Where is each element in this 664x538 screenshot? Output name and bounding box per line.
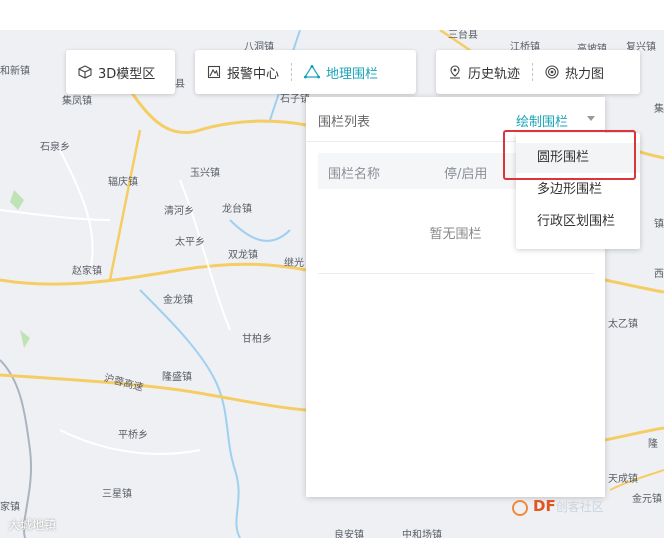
geofence-label: 地理围栏 — [326, 66, 379, 82]
map-label: 石泉乡 — [40, 142, 70, 153]
map-label: 太平乡 — [175, 237, 205, 248]
geofence-list-title: 围栏列表 — [318, 115, 371, 130]
map-label: 太乙镇 — [608, 319, 638, 330]
alarm-center-label: 报警中心 — [227, 66, 280, 82]
map-label: 隆盛镇 — [162, 372, 192, 383]
geofence-icon — [304, 65, 321, 79]
model-3d-button[interactable]: 3D模型区 — [66, 50, 167, 94]
toolbar-group-3d: 3D模型区 — [66, 50, 175, 94]
geofence-button[interactable]: 地理围栏 — [292, 50, 390, 94]
map-label: 集凤镇 — [62, 96, 92, 107]
scale-text: 大城地镇 — [8, 518, 57, 532]
map-label: 龙台镇 — [222, 204, 252, 215]
watermark-brand: DF — [533, 497, 556, 515]
location-pin-icon — [450, 65, 460, 79]
heatmap-button[interactable]: 热力图 — [533, 50, 616, 94]
column-header-status: 停/启用 — [444, 167, 488, 182]
watermark: DF创客社区 — [533, 497, 604, 515]
map-label: 玉兴镇 — [190, 168, 220, 179]
map-label: 辐庆镇 — [108, 177, 138, 188]
column-header-name: 围栏名称 — [328, 167, 381, 182]
table-divider — [318, 273, 594, 274]
menu-item-polygon-geofence[interactable]: 多边形围栏 — [516, 175, 640, 205]
watermark-logo-icon — [512, 500, 528, 516]
heatmap-icon — [545, 65, 559, 79]
chevron-down-icon[interactable] — [587, 116, 595, 121]
map-label: 继光 — [284, 258, 304, 269]
map-label: 三星镇 — [102, 489, 132, 500]
map-label: 甘柏乡 — [242, 334, 272, 345]
top-bar — [0, 0, 664, 30]
map-label: 和新镇 — [0, 66, 30, 77]
map-label: 中和场镇 — [402, 530, 442, 538]
draw-geofence-dropdown: 圆形围栏 多边形围栏 行政区划围栏 — [516, 133, 640, 249]
alarm-center-button[interactable]: 报警中心 — [195, 50, 291, 94]
map-label: 金元镇 — [632, 494, 662, 505]
map-label: 清河乡 — [164, 206, 194, 217]
heatmap-label: 热力图 — [565, 66, 605, 82]
map-label: 西 — [654, 269, 664, 280]
map-label: 平桥乡 — [118, 430, 148, 441]
map-label: 家镇 — [0, 502, 20, 513]
map-label: 隆 — [648, 439, 658, 450]
map-label: 双龙镇 — [228, 250, 258, 261]
map-label: 三台县 — [448, 30, 478, 41]
model-3d-label: 3D模型区 — [98, 66, 156, 82]
map-label: 赵家镇 — [72, 266, 102, 277]
map-label: 金龙镇 — [163, 295, 193, 306]
toolbar-group-main: 报警中心 地理围栏 — [195, 50, 416, 94]
map-label: 县 — [175, 79, 185, 90]
alarm-icon — [207, 65, 221, 79]
menu-item-district-geofence[interactable]: 行政区划围栏 — [516, 207, 640, 237]
menu-item-circle-geofence[interactable]: 圆形围栏 — [516, 143, 640, 173]
map-label: 天成镇 — [608, 474, 638, 485]
map-label: 镇 — [654, 219, 664, 230]
map-label: 良安镇 — [334, 530, 364, 538]
watermark-text: 创客社区 — [555, 500, 604, 514]
draw-geofence-button[interactable]: 绘制围栏 — [516, 111, 568, 130]
history-track-label: 历史轨迹 — [468, 66, 521, 82]
toolbar-group-history: 历史轨迹 热力图 — [436, 50, 640, 94]
map-label: 集 — [654, 104, 664, 115]
cube-icon — [78, 65, 92, 79]
history-track-button[interactable]: 历史轨迹 — [436, 50, 532, 94]
